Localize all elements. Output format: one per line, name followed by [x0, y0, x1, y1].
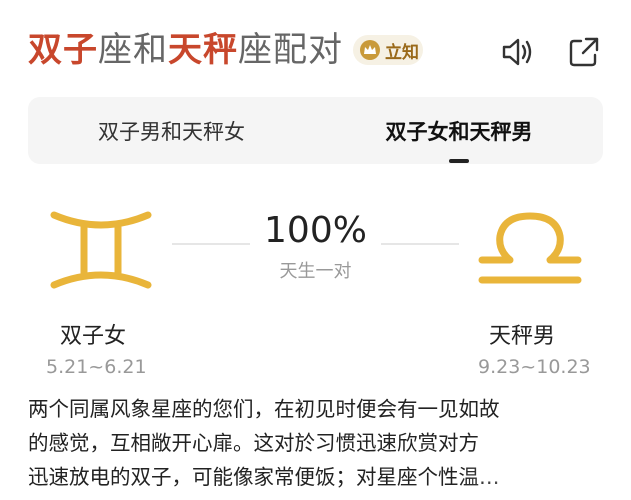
right-sign-name: 天秤男 [489, 324, 556, 349]
divider-right [381, 243, 459, 245]
speaker-icon [502, 38, 532, 66]
page-title: 双子座和天秤座配对 [28, 28, 343, 72]
libra-icon [478, 212, 582, 284]
description-line: 的感觉，互相敞开心扉。这对於习惯迅速欣赏对方 [28, 431, 479, 455]
description-line: 两个同属风象星座的您们，在初见时便会有一见如故 [28, 397, 500, 421]
header: 双子座和天秤座配对 立知 [0, 0, 631, 95]
share-button[interactable] [566, 34, 602, 70]
left-sign-name: 双子女 [60, 324, 127, 349]
speaker-button[interactable] [498, 34, 534, 70]
tab-gemini-female-libra-male[interactable]: 双子女和天秤男 [315, 97, 603, 164]
badge-label: 立知 [385, 42, 419, 63]
crown-icon [360, 40, 380, 60]
description-line: 迅速放电的双子，可能像家常便饭；对星座个性温… [28, 465, 500, 489]
title-suffix: 座配对 [238, 30, 343, 70]
tab-selected-indicator [449, 159, 469, 163]
right-sign-dates: 9.23~10.23 [478, 356, 591, 378]
description[interactable]: 两个同属风象星座的您们，在初见时便会有一见如故 的感觉，互相敞开心扉。这对於习惯… [28, 392, 603, 500]
left-sign-dates: 5.21~6.21 [46, 356, 147, 378]
title-sign-libra: 天秤 [168, 30, 238, 70]
title-sign-gemini: 双子 [28, 30, 98, 70]
lizhi-badge[interactable]: 立知 [353, 35, 423, 65]
gemini-icon [50, 211, 152, 289]
divider-left [172, 243, 250, 245]
tab-gemini-male-libra-female[interactable]: 双子男和天秤女 [28, 97, 315, 164]
match-label: 天生一对 [279, 261, 352, 282]
title-connector: 座和 [98, 30, 168, 70]
share-icon [569, 37, 599, 67]
tab-bar: 双子男和天秤女 双子女和天秤男 [28, 97, 603, 164]
match-percent: 100% [264, 210, 367, 251]
